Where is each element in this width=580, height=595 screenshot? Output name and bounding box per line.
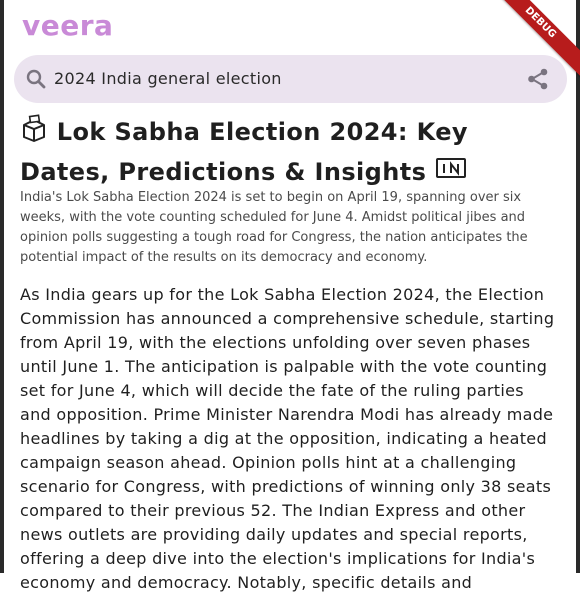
left-edge	[0, 0, 4, 573]
share-icon[interactable]	[525, 66, 551, 92]
right-edge	[576, 0, 580, 573]
article-body: As India gears up for the Lok Sabha Elec…	[20, 285, 555, 592]
headline-text: Lok Sabha Election 2024: Key Dates, Pred…	[20, 118, 468, 186]
search-bar[interactable]: 2024 India general election	[14, 55, 567, 103]
article-summary: India's Lok Sabha Election 2024 is set t…	[20, 190, 528, 265]
search-input[interactable]: 2024 India general election	[54, 69, 282, 88]
app-title: veera	[22, 9, 114, 42]
india-flag-icon	[435, 154, 467, 192]
search-icon[interactable]	[24, 67, 48, 91]
ballot-box-icon	[20, 113, 48, 153]
article-headline: Lok Sabha Election 2024: Key Dates, Pred…	[20, 113, 560, 192]
